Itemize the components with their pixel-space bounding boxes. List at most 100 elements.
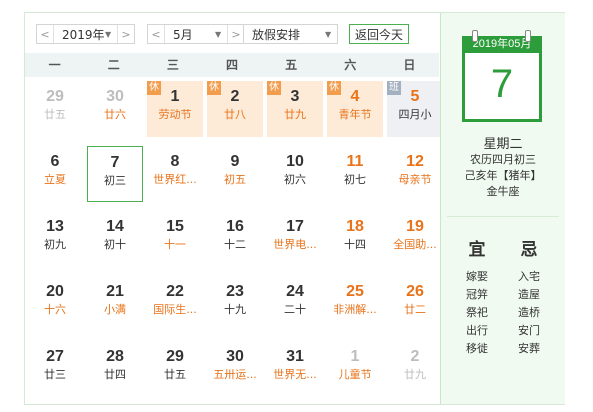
day-cell[interactable]: 9 初五 (207, 146, 263, 202)
day-cell[interactable]: 16 十二 (207, 211, 263, 267)
day-cell[interactable]: 25 非洲解... (327, 276, 383, 332)
day-cell[interactable]: 12 母亲节 (387, 146, 443, 202)
day-cell[interactable]: 26 廿二 (387, 276, 443, 332)
day-number: 13 (46, 218, 64, 235)
calendar-toolbar: < 2019年 ▼ > < 5月 ▼ > 放假安排 ▼ 返回今天 (25, 13, 439, 53)
next-month-button[interactable]: > (227, 25, 244, 43)
day-lunar-label: 初三 (104, 174, 126, 187)
day-cell[interactable]: 1 儿童节 (327, 341, 383, 397)
day-cell[interactable]: 31 世界无... (267, 341, 323, 397)
year-select-value: 2019年 (62, 27, 105, 42)
day-cell[interactable]: 28 廿四 (87, 341, 143, 397)
next-year-button[interactable]: > (117, 25, 134, 43)
day-lunar-label: 劳动节 (158, 108, 192, 121)
day-lunar-label: 初六 (284, 173, 306, 186)
day-cell[interactable]: 20 十六 (27, 276, 83, 332)
back-to-today-button[interactable]: 返回今天 (349, 24, 409, 44)
weekday-label: 三 (166, 58, 179, 72)
day-cell[interactable]: 休 2 廿八 (207, 81, 263, 137)
day-cell[interactable]: 29 廿五 (147, 341, 203, 397)
day-cell[interactable]: 13 初九 (27, 211, 83, 267)
day-cell[interactable]: 27 廿三 (27, 341, 83, 397)
yi-item: 出行 (466, 324, 488, 337)
prev-month-button[interactable]: < (148, 25, 165, 43)
day-lunar-label: 十九 (224, 303, 246, 316)
day-cell[interactable]: 15 十一 (147, 211, 203, 267)
workday-badge: 班 (387, 81, 401, 95)
calendar-ring (525, 30, 531, 42)
day-cell[interactable]: 17 世界电... (267, 211, 323, 267)
day-cell[interactable]: 10 初六 (267, 146, 323, 202)
day-cell[interactable]: 30 五卅运... (207, 341, 263, 397)
day-cell[interactable]: 休 3 廿九 (267, 81, 323, 137)
day-number: 24 (286, 283, 304, 300)
day-lunar-label: 廿三 (44, 368, 66, 381)
day-cell[interactable]: 11 初七 (327, 146, 383, 202)
day-number: 6 (50, 153, 60, 170)
day-number: 7 (110, 154, 120, 171)
day-lunar-label: 四月小 (398, 108, 432, 121)
day-lunar-label: 母亲节 (398, 173, 432, 186)
day-number: 28 (106, 348, 124, 365)
day-cell[interactable]: 班 5 四月小 (387, 81, 443, 137)
day-number: 31 (286, 348, 304, 365)
weekday-label: 六 (344, 58, 357, 72)
yi-title: 宜 (468, 240, 486, 260)
day-number: 22 (166, 283, 184, 300)
day-cell[interactable]: 休 1 劳动节 (147, 81, 203, 137)
month-select[interactable]: < 5月 ▼ > (147, 24, 245, 44)
day-lunar-label: 廿二 (404, 303, 426, 316)
day-lunar-label: 青年节 (338, 108, 372, 121)
day-cell[interactable]: 6 立夏 (27, 146, 83, 202)
yi-item: 移徙 (466, 342, 488, 355)
yi-item: 冠笄 (466, 288, 488, 301)
day-number: 26 (406, 283, 424, 300)
weekday-label: 一 (48, 58, 61, 72)
day-cell[interactable]: 23 十九 (207, 276, 263, 332)
weekday-label: 四 (225, 58, 238, 72)
day-number: 12 (406, 153, 424, 170)
day-cell[interactable]: 21 小满 (87, 276, 143, 332)
holiday-select[interactable]: 放假安排 ▼ (243, 24, 338, 44)
day-number: 11 (346, 153, 364, 170)
calendar-widget: < 2019年 ▼ > < 5月 ▼ > 放假安排 ▼ 返回今天 一 二 三 四… (24, 12, 565, 405)
day-number: 18 (346, 218, 364, 235)
month-select-value: 5月 (173, 27, 193, 42)
ji-title: 忌 (520, 240, 538, 260)
panel-ganzhi-year: 己亥年【猪年】 (464, 169, 542, 182)
day-number: 23 (226, 283, 244, 300)
day-cell[interactable]: 29 廿五 (27, 81, 83, 137)
day-lunar-label: 小满 (104, 303, 126, 316)
day-cell[interactable]: 14 初十 (87, 211, 143, 267)
day-number: 8 (170, 153, 180, 170)
day-grid: 29 廿五 30 廿六休 1 劳动节休 2 廿八休 3 廿九休 4 青年节班 5 四月小 6 立夏 7 初三 8 世界… (25, 77, 443, 404)
day-cell[interactable]: 24 二十 (267, 276, 323, 332)
day-lunar-label: 全国助... (393, 238, 437, 251)
day-lunar-label: 廿九 (284, 108, 306, 121)
day-lunar-label: 世界无... (273, 368, 317, 381)
day-cell[interactable]: 22 国际生... (147, 276, 203, 332)
day-cell[interactable]: 19 全国助... (387, 211, 443, 267)
day-lunar-label: 世界电... (273, 238, 317, 251)
day-cell[interactable]: 7 初三 (87, 146, 143, 202)
yi-column: 宜 嫁娶 冠笄 祭祀 出行 移徙 (451, 235, 503, 358)
ji-item: 安门 (518, 324, 540, 337)
day-lunar-label: 非洲解... (333, 303, 377, 316)
day-cell[interactable]: 18 十四 (327, 211, 383, 267)
day-number: 9 (230, 153, 240, 170)
day-number: 17 (286, 218, 304, 235)
panel-weekday: 星期二 (483, 137, 523, 152)
day-detail-panel: 2019年05月 7 星期二 农历四月初三 己亥年【猪年】 金牛座 宜 嫁娶 冠… (440, 13, 565, 404)
day-number: 27 (46, 348, 64, 365)
day-cell[interactable]: 2 廿九 (387, 341, 443, 397)
day-lunar-label: 初九 (44, 238, 66, 251)
day-cell[interactable]: 8 世界红... (147, 146, 203, 202)
day-cell[interactable]: 休 4 青年节 (327, 81, 383, 137)
day-number: 29 (46, 88, 64, 105)
day-lunar-label: 初五 (224, 173, 246, 186)
day-cell[interactable]: 30 廿六 (87, 81, 143, 137)
year-select[interactable]: < 2019年 ▼ > (36, 24, 135, 44)
day-lunar-label: 世界红... (153, 173, 197, 186)
prev-year-button[interactable]: < (37, 25, 54, 43)
weekday-header: 一 二 三 四 五 六 日 (25, 53, 439, 77)
